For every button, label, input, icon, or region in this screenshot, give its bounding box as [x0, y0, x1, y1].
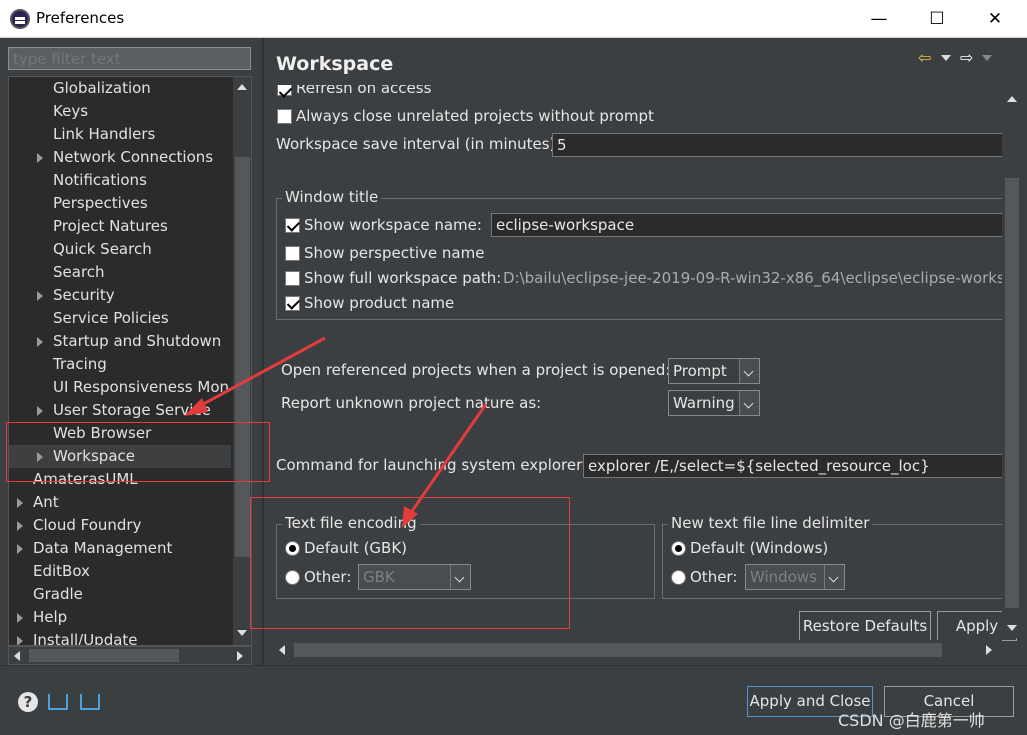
annotation-arrow-1-head: [184, 398, 208, 416]
annotation-arrow-1: [195, 336, 326, 410]
annotation-arrow-2: [408, 403, 488, 515]
annotation-arrows: [184, 336, 488, 528]
annotation-arrow-2-head: [402, 506, 418, 528]
